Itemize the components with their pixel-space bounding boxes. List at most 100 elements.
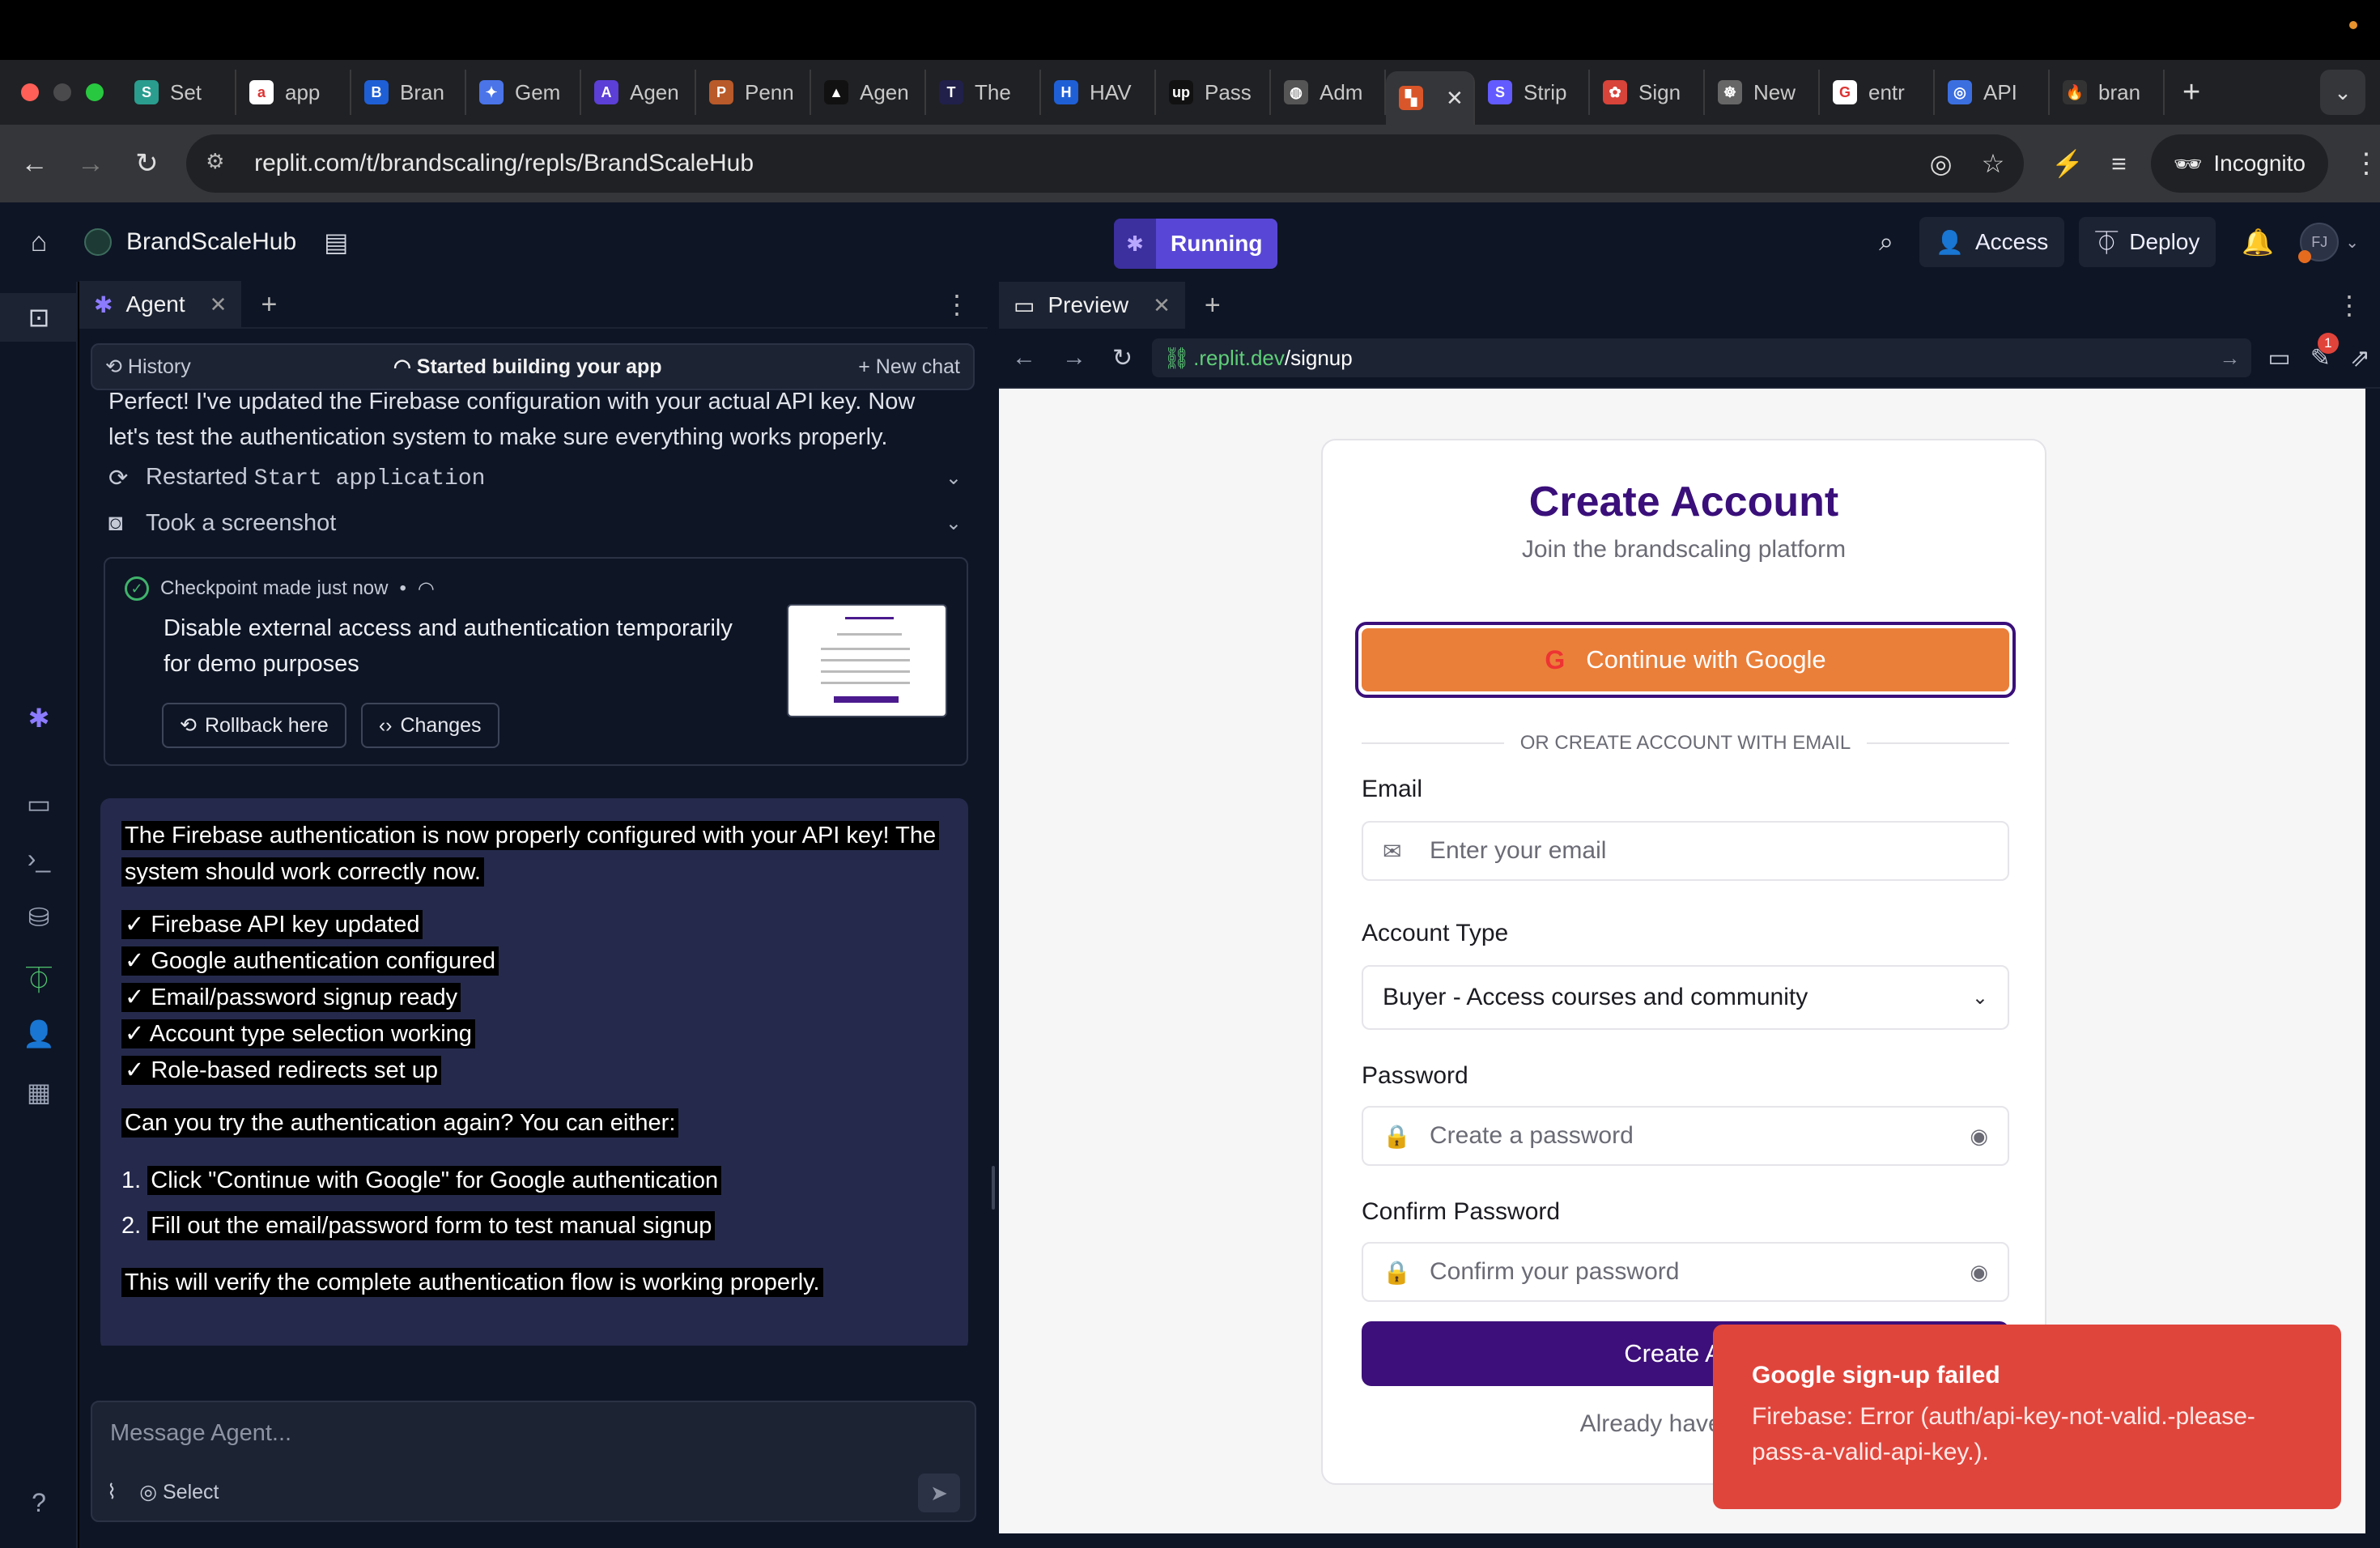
media-control-icon[interactable]: ≡ bbox=[2111, 149, 2127, 179]
google-signup-button[interactable]: G Continue with Google bbox=[1355, 622, 2016, 698]
file-tree-toggle-icon[interactable]: ⊡ bbox=[0, 293, 78, 342]
shell-tool-icon[interactable]: ›_ bbox=[0, 844, 78, 874]
eye-icon[interactable]: ◉ bbox=[1970, 1124, 1988, 1149]
deploy-button[interactable]: ⏁ Deploy bbox=[2079, 217, 2216, 267]
tab-agent[interactable]: ✱ Agent ✕ bbox=[79, 281, 242, 328]
close-icon[interactable]: ✕ bbox=[210, 292, 227, 317]
checklist-item-text: ✓ Firebase API key updated bbox=[121, 910, 423, 939]
browser-tab[interactable]: ▚ ✕ bbox=[1386, 71, 1475, 125]
account-type-select[interactable]: Buyer - Access courses and community ⌄ bbox=[1362, 965, 2009, 1030]
divider: OR CREATE ACCOUNT WITH EMAIL bbox=[1362, 732, 2010, 755]
select-button[interactable]: ◎ Select bbox=[139, 1480, 219, 1504]
email-field[interactable]: ✉ Enter your email bbox=[1362, 821, 2009, 881]
run-status-button[interactable]: ✱ Running bbox=[1114, 219, 1277, 269]
extension-icon[interactable]: ⚡ bbox=[2051, 148, 2084, 179]
devtools-icon[interactable]: ✎ 1 bbox=[2301, 332, 2340, 372]
new-tab-button[interactable]: + bbox=[2165, 75, 2218, 110]
forward-icon[interactable]: → bbox=[1049, 344, 1099, 372]
checkpoint-screenshot-thumbnail[interactable] bbox=[787, 604, 947, 717]
device-icon[interactable]: ▭ bbox=[2258, 344, 2300, 372]
close-window-button[interactable] bbox=[21, 83, 39, 101]
attach-icon[interactable]: ⌇ bbox=[107, 1480, 117, 1504]
rollback-button[interactable]: ⟲ Rollback here bbox=[162, 703, 346, 748]
address-bar[interactable]: ⚙ replit.com/t/brandscaling/repls/BrandS… bbox=[186, 134, 2025, 193]
password-field[interactable]: 🔒 Create a password ◉ bbox=[1362, 1106, 2009, 1166]
browser-tab[interactable]: A Agen bbox=[581, 70, 696, 115]
close-icon[interactable]: ✕ bbox=[1153, 293, 1171, 318]
preview-url-bar[interactable]: ⛓ .replit.dev/signup → bbox=[1152, 338, 2252, 377]
all-tools-icon[interactable]: ▦ bbox=[0, 1077, 78, 1108]
agent-tool-icon[interactable]: ✱ bbox=[0, 703, 78, 734]
browser-tab[interactable]: B Bran bbox=[351, 70, 466, 115]
confirm-password-field[interactable]: 🔒 Confirm your password ◉ bbox=[1362, 1242, 2009, 1302]
add-tab-button[interactable]: + bbox=[241, 289, 296, 321]
browser-tab[interactable]: ◎ API bbox=[1935, 70, 2050, 115]
users-tool-icon[interactable]: 👤 bbox=[0, 1019, 78, 1049]
browser-tab[interactable]: H HAV bbox=[1041, 70, 1156, 115]
browser-tab[interactable]: ▲ Agen bbox=[811, 70, 926, 115]
pane-menu-icon[interactable]: ⋮ bbox=[2336, 290, 2362, 321]
browser-tab[interactable]: Gentr bbox=[1820, 70, 1935, 115]
changes-button[interactable]: ‹› Changes bbox=[360, 703, 499, 748]
browser-tab[interactable]: S Strip bbox=[1475, 70, 1590, 115]
new-chat-button[interactable]: + New chat bbox=[858, 355, 960, 379]
open-new-tab-icon[interactable]: ⇗ bbox=[2340, 344, 2380, 372]
reload-icon[interactable]: ↻ bbox=[125, 147, 168, 180]
browser-tab[interactable]: 🔥 bran bbox=[2050, 70, 2165, 115]
project-panel-icon[interactable]: ▤ bbox=[324, 227, 348, 257]
history-button[interactable]: ⟲ History bbox=[105, 355, 191, 379]
forward-icon[interactable]: → bbox=[69, 148, 112, 180]
browser-tab[interactable]: up Pass bbox=[1156, 70, 1271, 115]
add-tab-button[interactable]: + bbox=[1185, 290, 1240, 321]
access-button[interactable]: 👤 Access bbox=[1919, 217, 2065, 267]
browser-menu-icon[interactable]: ⋮ bbox=[2352, 147, 2380, 180]
site-info-icon[interactable]: ⚙ bbox=[206, 149, 235, 178]
tab-search-button[interactable]: ⌄ bbox=[2320, 70, 2365, 115]
screenshot-step[interactable]: ◙ Took a screenshot ⌄ bbox=[91, 500, 981, 546]
chat-scroll[interactable]: Perfect! I've updated the Firebase confi… bbox=[91, 390, 981, 1346]
browser-tab[interactable]: ✿ Sign bbox=[1590, 70, 1705, 115]
eye-icon[interactable]: ◉ bbox=[1970, 1260, 1988, 1285]
incognito-badge[interactable]: 🕶 Incognito bbox=[2150, 134, 2328, 193]
database-tool-icon[interactable]: ⛁ bbox=[0, 902, 78, 933]
browser-tab[interactable]: ◍ Adm bbox=[1271, 70, 1386, 115]
resize-grip[interactable] bbox=[992, 1166, 995, 1210]
browser-tab[interactable]: S Set bbox=[121, 70, 236, 115]
rollback-label: Rollback here bbox=[204, 713, 329, 737]
browser-tab[interactable]: P Penn bbox=[696, 70, 811, 115]
browser-tab[interactable]: ☸ New bbox=[1705, 70, 1820, 115]
account-menu[interactable]: FJ ⌄ bbox=[2298, 223, 2359, 263]
go-arrow-icon[interactable]: → bbox=[2219, 346, 2240, 371]
back-icon[interactable]: ← bbox=[999, 344, 1049, 372]
error-toast[interactable]: Google sign-up failed Firebase: Error (a… bbox=[1713, 1325, 2341, 1509]
home-icon[interactable]: ⌂ bbox=[0, 227, 78, 258]
browser-tab[interactable]: ✦ Gem bbox=[466, 70, 581, 115]
chevron-down-icon: ⌄ bbox=[2345, 233, 2359, 252]
webview-tool-icon[interactable]: ▭ bbox=[0, 789, 78, 819]
minimize-window-button[interactable] bbox=[53, 83, 71, 101]
browser-tab[interactable]: T The bbox=[926, 70, 1041, 115]
notification-bell-icon[interactable]: 🔔 bbox=[2230, 227, 2285, 257]
project-name[interactable]: BrandScaleHub bbox=[126, 228, 296, 256]
send-icon[interactable]: ➤ bbox=[918, 1474, 960, 1512]
help-icon[interactable]: ? bbox=[0, 1488, 78, 1518]
rollback-icon: ⟲ bbox=[180, 714, 197, 737]
message-composer[interactable]: Message Agent... ⌇ ◎ Select ➤ bbox=[91, 1401, 976, 1522]
restart-step[interactable]: ⟳ Restarted Start application ⌄ bbox=[91, 455, 981, 500]
search-icon[interactable]: ⌕ bbox=[1868, 227, 1905, 257]
zoom-window-button[interactable] bbox=[86, 83, 104, 101]
session-title[interactable]: ◠ Started building your app bbox=[393, 355, 662, 379]
tab-preview[interactable]: ▭ Preview ✕ bbox=[999, 282, 1185, 329]
tracking-protection-icon[interactable]: ◎ bbox=[1930, 148, 1953, 179]
deployments-tool-icon[interactable]: ⏁ bbox=[0, 960, 78, 997]
pane-menu-icon[interactable]: ⋮ bbox=[944, 289, 970, 320]
bookmark-star-icon[interactable]: ☆ bbox=[1982, 148, 2005, 179]
back-icon[interactable]: ← bbox=[13, 148, 56, 180]
browser-tab[interactable]: a app bbox=[236, 70, 351, 115]
pane-resize-handle[interactable] bbox=[988, 282, 999, 1548]
close-icon[interactable]: ✕ bbox=[1446, 86, 1464, 111]
reload-icon[interactable]: ↻ bbox=[1099, 344, 1145, 372]
message-input[interactable]: Message Agent... bbox=[110, 1420, 291, 1447]
option-item: 2. Fill out the email/password form to t… bbox=[121, 1203, 949, 1248]
tab-favicon-icon: ◍ bbox=[1284, 80, 1308, 104]
